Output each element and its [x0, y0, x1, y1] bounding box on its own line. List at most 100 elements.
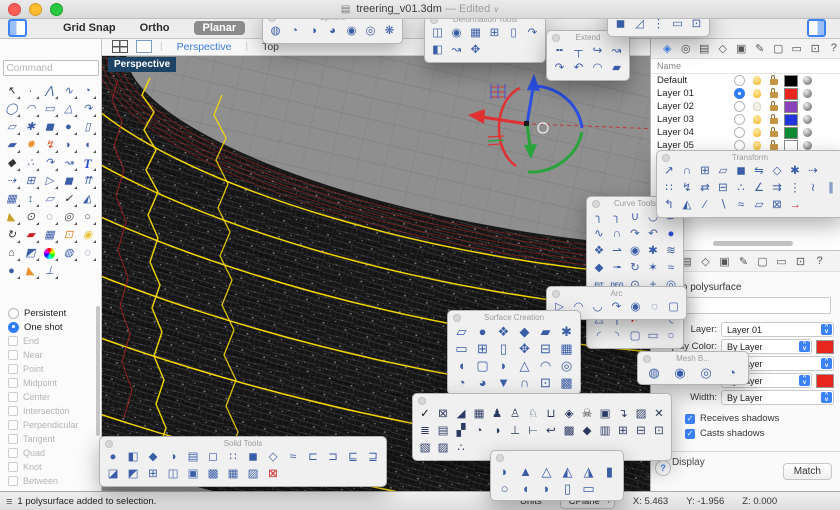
- tool-icon[interactable]: ◗: [493, 357, 514, 374]
- layer-color-swatch[interactable]: [782, 74, 799, 87]
- layers-tab-icon[interactable]: ▤: [698, 42, 711, 55]
- layers-tab-icon[interactable]: ▭: [791, 42, 804, 55]
- tool-icon[interactable]: ↻: [626, 260, 644, 277]
- tool-icon[interactable]: ⊔: [542, 406, 560, 423]
- tool-icon[interactable]: ❖: [590, 243, 608, 260]
- tool-icon[interactable]: ✥: [514, 340, 535, 357]
- stepper-icon[interactable]: ^ v: [821, 324, 832, 335]
- palette-close-button[interactable]: [552, 33, 560, 42]
- layers-tab-icon[interactable]: ?: [828, 42, 840, 55]
- layer-current-radio[interactable]: [731, 88, 748, 99]
- tool-icon[interactable]: ◼: [732, 163, 750, 180]
- tool-icon[interactable]: ▼: [493, 374, 514, 391]
- tool-icon[interactable]: ▭: [644, 328, 662, 345]
- left-panel-scrollbar[interactable]: [96, 306, 100, 436]
- tool-icon[interactable]: ♘: [524, 406, 542, 423]
- checkbox-checked-icon[interactable]: ✓: [685, 428, 695, 439]
- tool-icon[interactable]: ⇈: [78, 172, 97, 190]
- property-dropdown-width[interactable]: By Layer ^ v: [721, 390, 834, 405]
- layer-color-swatch[interactable]: [782, 87, 799, 100]
- tool-icon[interactable]: ≣: [416, 423, 434, 440]
- tool-icon[interactable]: ✸: [21, 136, 40, 154]
- tool-icon[interactable]: ♙: [506, 406, 524, 423]
- layer-row-default[interactable]: Default: [651, 74, 840, 87]
- tool-icon[interactable]: ↝: [59, 154, 78, 172]
- property-color-swatch[interactable]: [816, 339, 834, 354]
- layer-material-icon[interactable]: [799, 102, 816, 111]
- tool-icon[interactable]: ▧: [416, 440, 434, 457]
- tool-icon[interactable]: ▦: [470, 406, 488, 423]
- tool-icon[interactable]: ◢: [452, 406, 470, 423]
- tool-icon[interactable]: ⇢: [2, 172, 21, 190]
- tool-icon[interactable]: ╼: [608, 260, 626, 277]
- tool-icon[interactable]: ▢: [626, 328, 644, 345]
- tool-icon[interactable]: ⊡: [535, 374, 556, 391]
- tool-icon[interactable]: ∠: [750, 180, 768, 197]
- tool-icon[interactable]: ▤: [434, 423, 452, 440]
- tool-icon[interactable]: ◭: [678, 197, 696, 214]
- tool-icon[interactable]: ●: [59, 118, 78, 136]
- tool-icon[interactable]: ⊐: [323, 449, 343, 466]
- tool-icon[interactable]: ●: [662, 226, 680, 243]
- toolbar-item-ortho[interactable]: Ortho: [140, 22, 170, 34]
- tool-icon[interactable]: ▱: [451, 323, 472, 340]
- tool-icon[interactable]: ↰: [660, 197, 678, 214]
- tool-icon[interactable]: ✕: [650, 406, 668, 423]
- tool-icon[interactable]: ↷: [550, 60, 569, 77]
- stepper-icon[interactable]: ^ v: [821, 358, 832, 369]
- osnap-radio-persistent[interactable]: Persistent: [8, 306, 101, 320]
- tool-icon[interactable]: ▨: [243, 466, 263, 483]
- layer-color-swatch[interactable]: [782, 100, 799, 113]
- tool-icon[interactable]: ▱: [2, 118, 21, 136]
- tool-icon[interactable]: ⊢: [524, 423, 542, 440]
- tool-icon[interactable]: ◣: [21, 262, 40, 280]
- tool-icon[interactable]: ∪: [626, 209, 644, 226]
- tool-icon[interactable]: ⊟: [535, 340, 556, 357]
- tool-icon[interactable]: ◩: [123, 466, 143, 483]
- tool-icon[interactable]: ↯: [678, 180, 696, 197]
- tool-icon[interactable]: ◗: [494, 463, 515, 480]
- tool-icon[interactable]: ◕: [323, 23, 342, 40]
- tool-icon[interactable]: ↷: [626, 226, 644, 243]
- tool-icon[interactable]: ▨: [434, 440, 452, 457]
- properties-tab-icon[interactable]: ✎: [737, 255, 750, 268]
- layer-current-radio[interactable]: [731, 101, 748, 112]
- tool-icon[interactable]: T: [78, 154, 97, 172]
- tool-icon[interactable]: ⊠: [263, 466, 283, 483]
- command-input[interactable]: [2, 60, 99, 76]
- checkbox-icon[interactable]: [8, 392, 18, 402]
- tool-icon[interactable]: ∩: [678, 163, 696, 180]
- tool-icon[interactable]: ⊠: [434, 406, 452, 423]
- layers-tab-icon[interactable]: ◇: [717, 42, 730, 55]
- layers-tab-icon[interactable]: ◈: [661, 42, 674, 55]
- layer-material-icon[interactable]: [799, 89, 816, 98]
- radio-icon[interactable]: [734, 88, 745, 99]
- properties-tab-icon[interactable]: ⊡: [794, 255, 807, 268]
- layer-lock-icon[interactable]: [765, 140, 782, 150]
- checkbox-icon[interactable]: [8, 462, 18, 472]
- tool-icon[interactable]: ◣: [2, 208, 21, 226]
- tool-icon[interactable]: ▦: [466, 25, 485, 42]
- palette-close-button[interactable]: [552, 289, 560, 298]
- tool-icon[interactable]: ○: [662, 328, 680, 345]
- palette-solid-tools[interactable]: Solid Tools ● ◧ ◆ ◑ ▤ ◻ ∷ ◼ ◇ ≈ ⊏ ⊐ ⊑ ⊒ ◪ ◩ ⊞ ◫ ▣ ▩ ▦ ▨ ⊠: [99, 436, 387, 487]
- palette-titlebar[interactable]: Surface Creation: [451, 312, 577, 323]
- layer-lock-icon[interactable]: [765, 101, 782, 111]
- palette-titlebar[interactable]: Mesh B...: [641, 353, 745, 364]
- tool-icon[interactable]: ◆: [143, 449, 163, 466]
- tool-icon[interactable]: ◉: [626, 243, 644, 260]
- tool-icon[interactable]: ●: [40, 244, 59, 262]
- tool-icon[interactable]: ◉: [78, 226, 97, 244]
- layer-color-swatch[interactable]: [782, 126, 799, 139]
- layers-tab-icon[interactable]: ▣: [735, 42, 748, 55]
- stepper-icon[interactable]: ^ v: [821, 392, 832, 403]
- tool-icon[interactable]: ∷: [660, 180, 678, 197]
- properties-tab-icon[interactable]: ▢: [756, 255, 769, 268]
- layer-material-icon[interactable]: [799, 128, 816, 137]
- tool-icon[interactable]: ❖: [493, 323, 514, 340]
- tool-icon[interactable]: ▮: [599, 463, 620, 480]
- tool-icon[interactable]: ⇉: [768, 180, 786, 197]
- tool-icon[interactable]: △: [59, 100, 78, 118]
- tool-icon[interactable]: ∴: [452, 440, 470, 457]
- tool-icon[interactable]: ⇄: [696, 180, 714, 197]
